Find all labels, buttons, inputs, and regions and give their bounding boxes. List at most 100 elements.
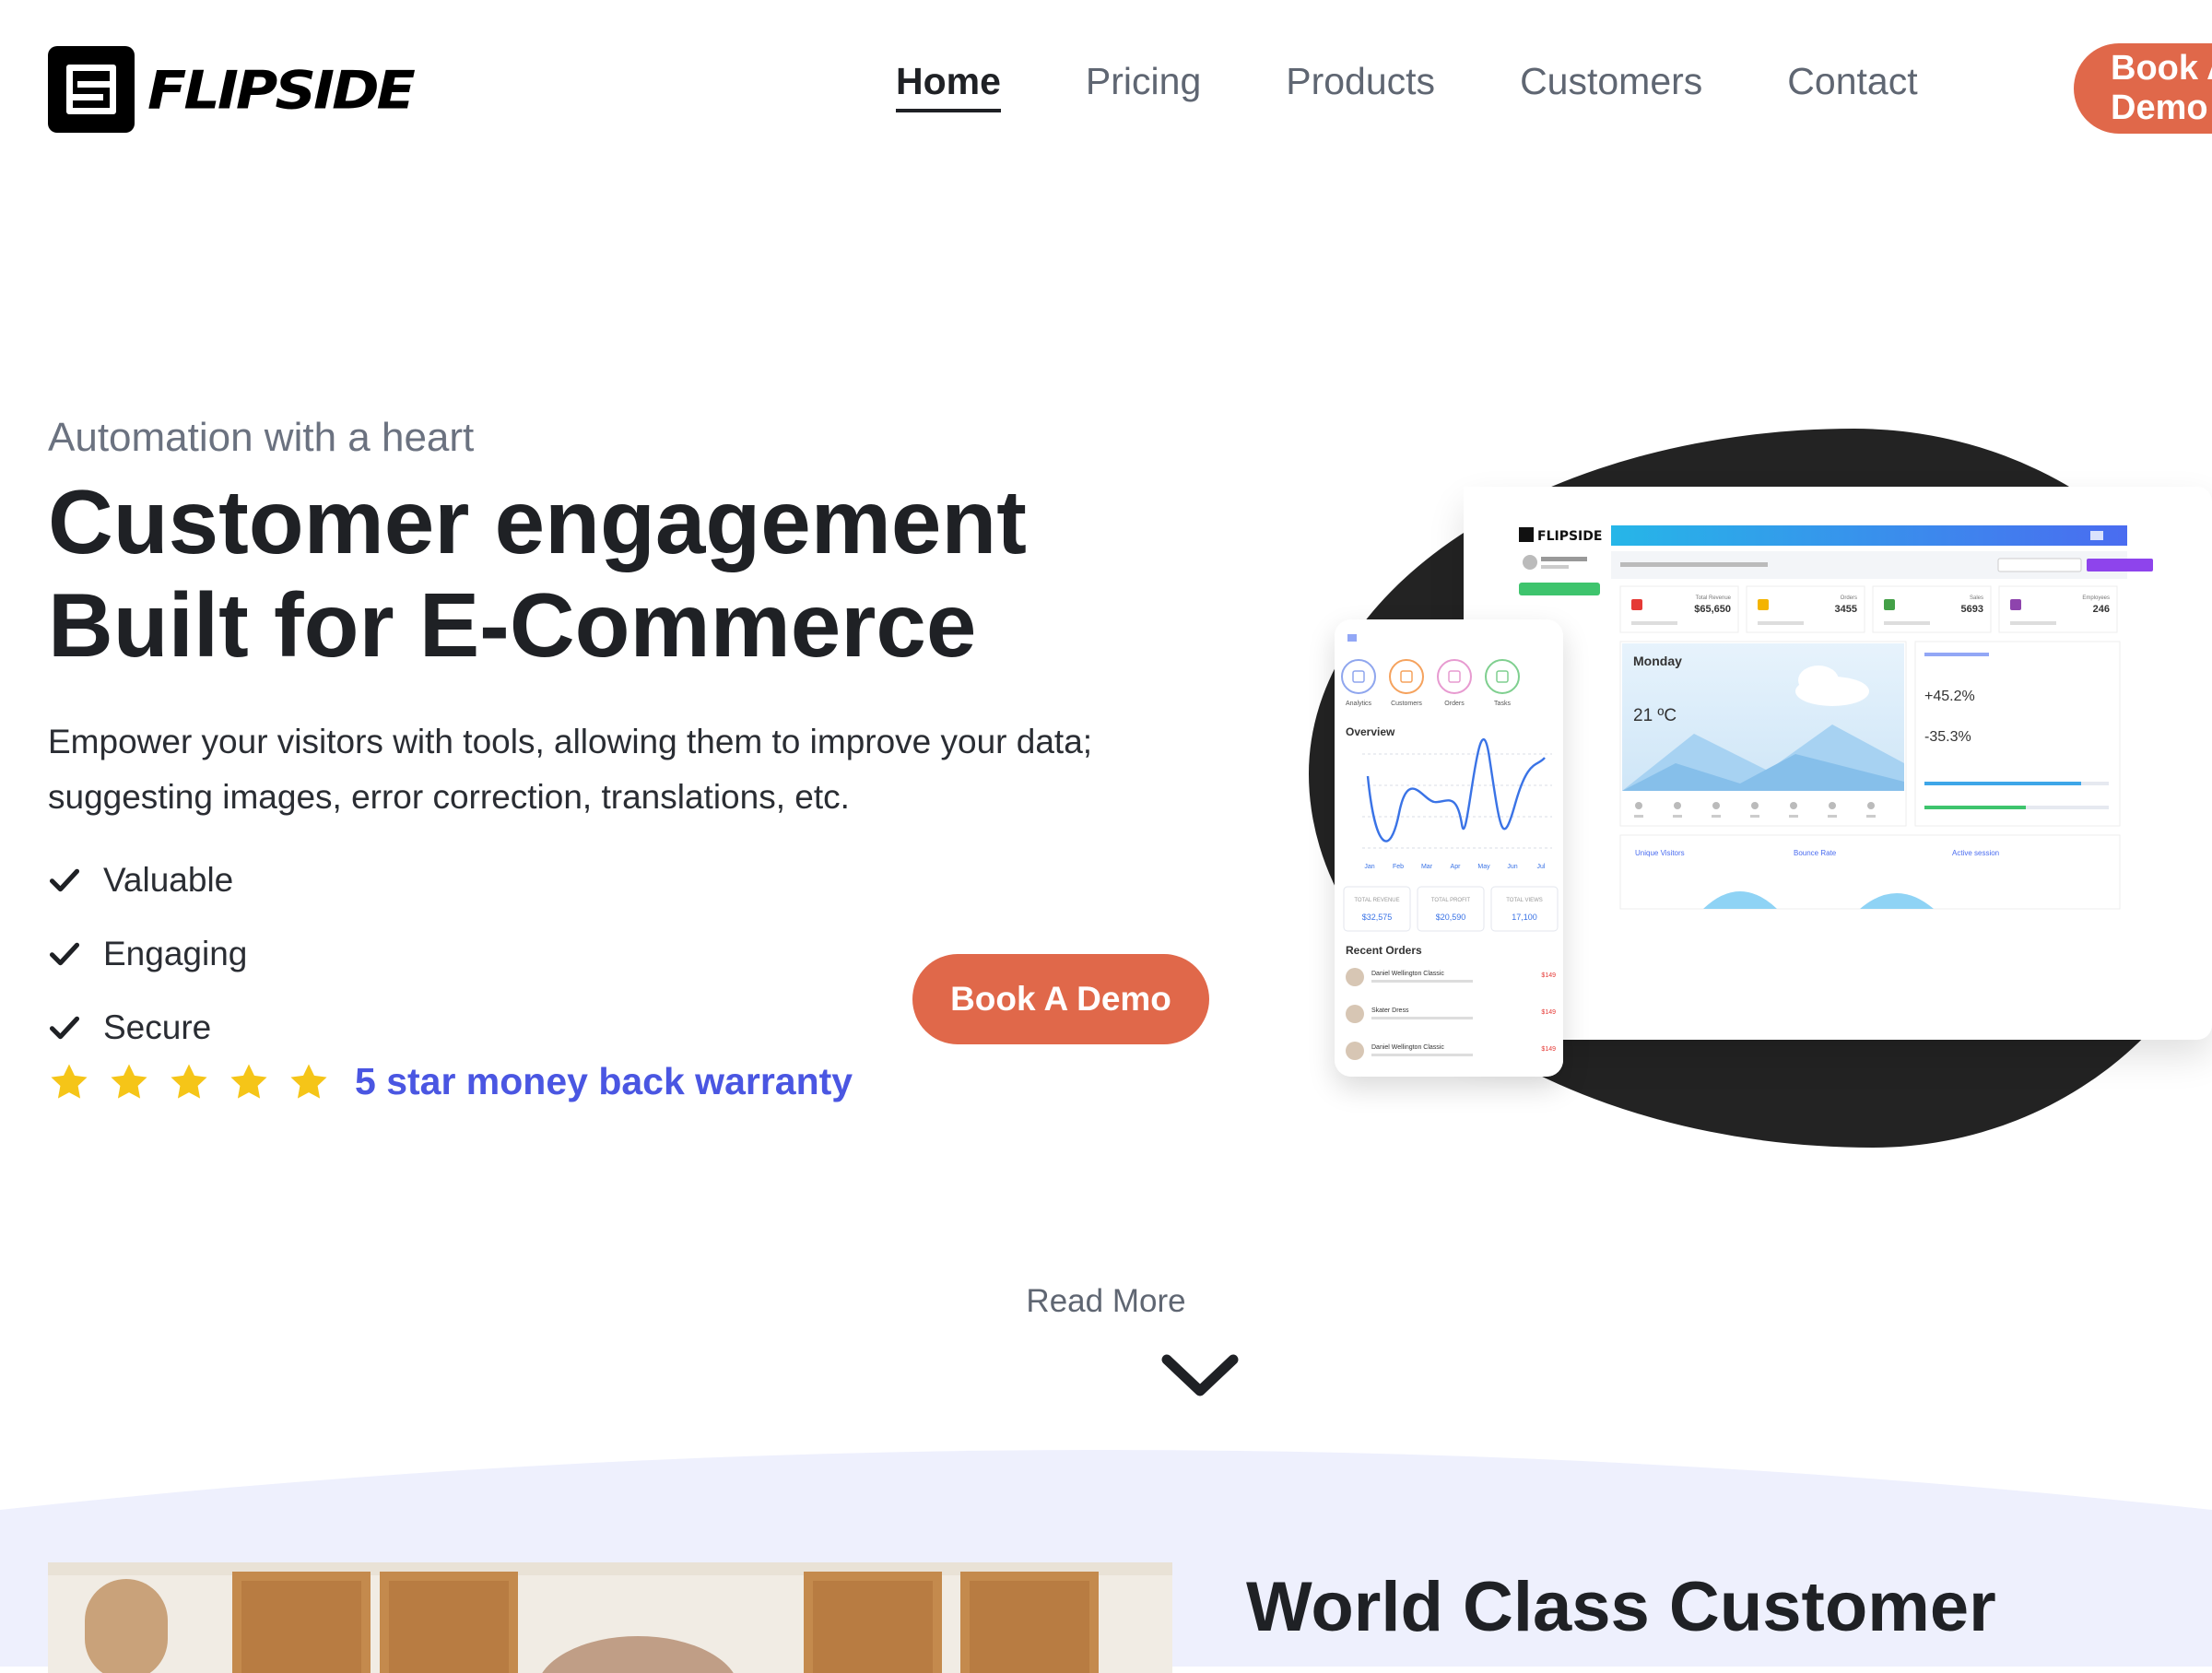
total-label: TOTAL REVENUE <box>1354 898 1399 903</box>
total-label: TOTAL PROFIT <box>1431 898 1471 903</box>
total-value: $32,575 <box>1362 913 1393 922</box>
overview-title: Overview <box>1346 725 1395 738</box>
total-value: $20,590 <box>1436 913 1466 922</box>
nav-home[interactable]: Home <box>896 55 1001 112</box>
phone-total-card: TOTAL REVENUE $32,575 <box>1343 886 1411 932</box>
month-tick: Jul <box>1537 864 1546 870</box>
logo[interactable]: FLIPSIDE <box>48 46 416 133</box>
section-photo <box>48 1562 1172 1673</box>
hero-description: Empower your visitors with tools, allowi… <box>48 723 1093 816</box>
weather-icon <box>1674 802 1681 809</box>
star-icon <box>290 1063 327 1099</box>
phone-icon-label: Analytics <box>1346 701 1372 707</box>
phone-icon-label: Orders <box>1444 701 1465 707</box>
hero-headline: Customer engagement Built for E-Commerce <box>48 470 1027 677</box>
feature-item: Engaging <box>48 917 247 991</box>
phone-app-icon: Analytics <box>1341 659 1376 707</box>
month-tick: Jun <box>1507 864 1517 870</box>
mini-logo-icon <box>1519 527 1534 542</box>
order-price: $149 <box>1541 972 1556 979</box>
stat-icon <box>1631 599 1642 610</box>
stat-icon <box>1758 599 1769 610</box>
stat-label: Orders <box>1841 595 1857 601</box>
stat-label: Employees <box>2082 595 2110 601</box>
perf-worst: -35.3% <box>1924 729 1971 745</box>
month-tick: Jan <box>1364 864 1374 870</box>
weather-icon <box>1829 802 1836 809</box>
phone-total-card: TOTAL PROFIT $20,590 <box>1417 886 1485 932</box>
weather-icon <box>1867 802 1875 809</box>
stat-cards: Total Revenue $65,650 Orders 3455 Sales 5693 E… <box>1619 585 2118 633</box>
feature-item: Valuable <box>48 843 247 917</box>
weather-day: Monday <box>1633 654 1682 668</box>
phone-total-card: TOTAL VIEWS 17,100 <box>1490 886 1559 932</box>
order-price: $149 <box>1541 1046 1556 1053</box>
order-avatar <box>1346 1005 1364 1023</box>
check-icon <box>49 868 80 892</box>
stat-value: 3455 <box>1835 604 1857 615</box>
order-avatar <box>1346 968 1364 986</box>
stat-value: 5693 <box>1961 604 1983 615</box>
hero-book-demo-button[interactable]: Book A Demo <box>912 954 1209 1044</box>
check-icon <box>49 1016 80 1040</box>
month-tick: May <box>1477 864 1490 870</box>
stat-card: Total Revenue $65,650 <box>1619 585 1739 633</box>
phone-app-icon: Customers <box>1389 659 1424 707</box>
header-book-demo-button[interactable]: Book A Demo <box>2074 43 2212 134</box>
visitor-label: Bounce Rate <box>1794 849 1837 857</box>
logo-mark-icon <box>48 46 135 133</box>
mockup-brand: FLIPSIDE <box>1537 529 1602 544</box>
section-title: World Class Customer <box>1246 1568 1996 1646</box>
nav-products[interactable]: Products <box>1286 55 1435 112</box>
mobile-illustration: Analytics Customers Orders Tasks Overview J… <box>1335 619 1563 1077</box>
headline-line-2: Built for E-Commerce <box>48 574 977 676</box>
rating: 5 star money back warranty <box>48 1060 853 1103</box>
dashboard-screenshot: FLIPSIDE Total Revenue $65,650 Orders 3455 S… <box>1464 487 2212 1040</box>
phone-icon-label: Tasks <box>1494 701 1511 707</box>
recent-orders-title: Recent Orders <box>1346 944 1422 957</box>
visitor-label: Active session <box>1952 849 1999 857</box>
order-price: $149 <box>1541 1009 1556 1016</box>
stat-value: 246 <box>2093 604 2110 615</box>
feature-list: Valuable Engaging Secure <box>48 843 247 1065</box>
stat-label: Total Revenue <box>1696 595 1732 601</box>
warranty-link[interactable]: 5 star money back warranty <box>355 1060 853 1103</box>
order-name: Daniel Wellington Classic <box>1371 971 1444 977</box>
perf-best: +45.2% <box>1924 689 1975 704</box>
star-icon <box>51 1063 88 1099</box>
weather-icon <box>1751 802 1759 809</box>
phone-icon-label: Customers <box>1391 701 1422 707</box>
phone-totals: TOTAL REVENUE$32,575TOTAL PROFIT$20,590T… <box>1343 886 1559 932</box>
star-rating <box>48 1061 347 1103</box>
month-tick: Apr <box>1451 864 1462 870</box>
visitor-label: Unique Visitors <box>1635 849 1685 857</box>
stat-icon <box>1884 599 1895 610</box>
nav-pricing[interactable]: Pricing <box>1086 55 1201 112</box>
main-nav: Home Pricing Products Customers Contact <box>896 55 2003 112</box>
headline-line-1: Customer engagement <box>48 471 1027 572</box>
nav-customers[interactable]: Customers <box>1520 55 1702 112</box>
chevron-down-icon[interactable] <box>1159 1350 1241 1402</box>
feature-label: Engaging <box>103 935 248 972</box>
nav-contact[interactable]: Contact <box>1787 55 1917 112</box>
feature-label: Secure <box>103 1008 212 1046</box>
star-icon <box>171 1063 207 1099</box>
weather-icon <box>1712 802 1720 809</box>
weather-icon <box>1790 802 1797 809</box>
read-more-label[interactable]: Read More <box>0 1283 2212 1320</box>
month-tick: Feb <box>1393 864 1404 870</box>
stat-value: $65,650 <box>1694 604 1731 615</box>
star-icon <box>111 1063 147 1099</box>
order-name: Daniel Wellington Classic <box>1371 1044 1444 1051</box>
feature-label: Valuable <box>103 861 234 899</box>
total-value: 17,100 <box>1512 913 1537 922</box>
stat-card: Sales 5693 <box>1872 585 1992 633</box>
dashboard-illustration: FLIPSIDE Total Revenue $65,650 Orders 3455 S… <box>1464 487 2153 1040</box>
check-icon <box>49 942 80 966</box>
weather-icon <box>1635 802 1642 809</box>
logo-text: FLIPSIDE <box>147 58 416 121</box>
star-icon <box>230 1063 267 1099</box>
weather-temp: 21 ºC <box>1633 706 1677 725</box>
stat-label: Sales <box>1970 595 1983 601</box>
stat-card: Orders 3455 <box>1746 585 1865 633</box>
